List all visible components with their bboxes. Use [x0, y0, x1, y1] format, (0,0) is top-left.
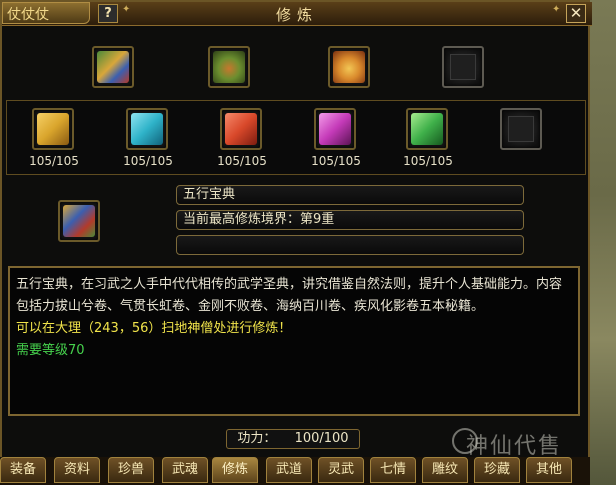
book-row [6, 100, 586, 175]
realm-field: 当前最高修炼境界：第9重 [176, 210, 524, 230]
magenta-book-icon [319, 113, 351, 145]
empty-slot-icon [450, 54, 476, 80]
close-button[interactable]: ✕ [566, 4, 586, 23]
book-count: 105/105 [403, 154, 453, 168]
power-display: 功力： 100/100 [226, 429, 360, 449]
tab-spirit-weapon[interactable]: 灵武 [318, 457, 364, 483]
treasure-chest-gold-icon [333, 51, 365, 83]
cultivation-window: 仗仗仗 ? ✦ 修炼 ✦ ✕ 105/105 105/105 105/105 1… [0, 0, 592, 465]
book-count: 105/105 [29, 154, 79, 168]
book-name-field: 五行宝典 [176, 185, 524, 205]
extra-field [176, 235, 524, 255]
book-count: 105/105 [123, 154, 173, 168]
book-count: 105/105 [311, 154, 361, 168]
book-slot-red[interactable] [220, 108, 262, 150]
scripture-book-icon [63, 205, 95, 237]
title-bar[interactable]: 仗仗仗 ? ✦ 修炼 ✦ ✕ [2, 2, 592, 26]
book-slot-yellow[interactable] [32, 108, 74, 150]
description-panel[interactable]: 五行宝典，在习武之人手中代代相传的武学圣典，讲究借鉴自然法则，提升个人基础能力。… [8, 266, 580, 416]
power-label: 功力： [237, 431, 277, 446]
tab-collection[interactable]: 珍藏 [474, 457, 520, 483]
window-title: 修炼 [275, 6, 318, 24]
location-text: 可以在大理（243，56）扫地神僧处进行修炼！ [16, 321, 292, 336]
corner-ornament-icon: ✦ [552, 4, 561, 15]
empty-book-slot-icon [508, 116, 534, 142]
tab-emotions[interactable]: 七情 [370, 457, 416, 483]
tab-bar: 装备 资料 珍兽 武魂 修炼 武道 灵武 七情 雕纹 珍藏 其他 [0, 457, 590, 485]
yellow-book-icon [37, 113, 69, 145]
tab-equipment[interactable]: 装备 [0, 457, 46, 483]
green-book-icon [411, 113, 443, 145]
treasure-gold-slot[interactable] [328, 46, 370, 88]
watermark-text: 神仙代售 [466, 434, 563, 459]
cyan-book-icon [131, 113, 163, 145]
treasure-green-slot[interactable] [208, 46, 250, 88]
empty-book-slot[interactable] [500, 108, 542, 150]
description-text: 五行宝典，在习武之人手中代代相传的武学圣典，讲究借鉴自然法则，提升个人基础能力。… [16, 277, 563, 314]
selected-book-slot[interactable] [58, 200, 100, 242]
red-book-icon [225, 113, 257, 145]
power-value: 100/100 [294, 431, 349, 446]
tab-soul[interactable]: 武魂 [162, 457, 208, 483]
tab-pets[interactable]: 珍兽 [108, 457, 154, 483]
empty-slot[interactable] [442, 46, 484, 88]
book-count: 105/105 [217, 154, 267, 168]
tab-other[interactable]: 其他 [526, 457, 572, 483]
book-slot-magenta[interactable] [314, 108, 356, 150]
tab-profile[interactable]: 资料 [54, 457, 100, 483]
scripture-slot[interactable] [92, 46, 134, 88]
tab-martial-path[interactable]: 武道 [266, 457, 312, 483]
tab-engraving[interactable]: 雕纹 [422, 457, 468, 483]
level-requirement: 需要等级70 [16, 343, 85, 358]
book-slot-cyan[interactable] [126, 108, 168, 150]
tab-cultivation[interactable]: 修炼 [212, 457, 258, 483]
treasure-chest-green-icon [213, 51, 245, 83]
scripture-scroll-icon [97, 51, 129, 83]
book-slot-green[interactable] [406, 108, 448, 150]
